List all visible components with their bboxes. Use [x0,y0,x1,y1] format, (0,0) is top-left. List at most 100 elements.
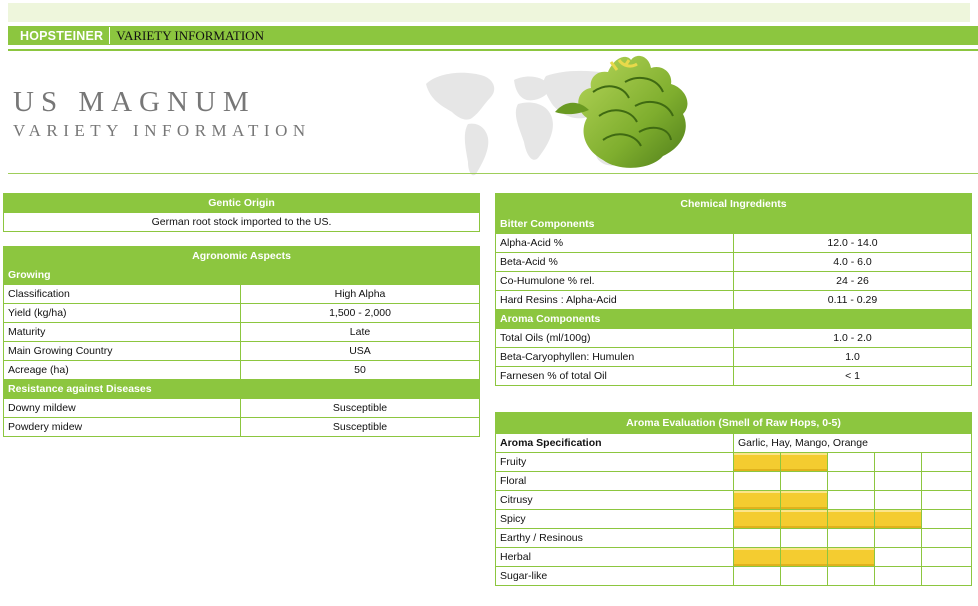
score-bar-empty [733,566,781,586]
table-row: Acreage (ha) 50 [3,360,481,380]
row-value: USA [239,341,481,361]
table-row: Yield (kg/ha) 1,500 - 2,000 [3,303,481,323]
row-value: < 1 [732,366,973,386]
agronomic-heading: Agronomic Aspects [2,246,481,266]
row-value: 1.0 - 2.0 [732,328,973,348]
table-row: Total Oils (ml/100g) 1.0 - 2.0 [495,328,973,348]
aroma-row: Earthy / Resinous [495,528,973,548]
row-value: Late [239,322,481,342]
score-bar-empty [920,509,973,529]
aroma-row: Floral [495,471,973,491]
table-row: Beta-Caryophyllen: Humulen 1.0 [495,347,973,367]
aroma-score-rows: Fruity Floral Citrusy Spicy Earthy / Resinou… [495,452,973,586]
score-bar-empty [780,566,828,586]
row-label: Classification [3,284,241,304]
agronomic-table: Agronomic Aspects Growing Classification… [2,246,481,437]
aroma-evaluation-heading: Aroma Evaluation (Smell of Raw Hops, 0-5… [494,412,973,434]
table-row: Maturity Late [3,322,481,342]
row-value: 24 - 26 [732,271,973,291]
aroma-row-label: Earthy / Resinous [495,528,734,548]
bitter-subheading: Bitter Components [494,214,973,234]
score-bar-filled [827,547,875,567]
score-bar-empty [827,471,875,491]
row-label: Alpha-Acid % [495,233,734,253]
row-label: Beta-Caryophyllen: Humulen [495,347,734,367]
row-label: Yield (kg/ha) [3,303,241,323]
resistance-subheading: Resistance against Diseases [2,379,481,399]
score-bar-filled [780,509,828,529]
table-row: Downy mildew Susceptible [3,398,481,418]
row-label: Downy mildew [3,398,241,418]
score-bar-empty [827,490,875,510]
score-bar-empty [920,566,973,586]
score-bar-empty [920,528,973,548]
row-label: Hard Resins : Alpha-Acid [495,290,734,310]
header-divider [109,27,111,44]
aroma-row: Herbal [495,547,973,567]
genetic-origin-heading: Gentic Origin [3,193,480,213]
score-bar-empty [780,471,828,491]
score-bar-empty [827,528,875,548]
score-bar-filled [780,547,828,567]
aroma-row-label: Sugar-like [495,566,734,586]
score-bar-empty [874,490,922,510]
table-row: Farnesen % of total Oil < 1 [495,366,973,386]
growing-subheading: Growing [2,265,481,285]
score-bar-filled [780,490,828,510]
score-bar-empty [827,452,875,472]
aroma-row-label: Fruity [495,452,734,472]
score-bar-empty [874,566,922,586]
table-row: Hard Resins : Alpha-Acid 0.11 - 0.29 [495,290,973,310]
table-row: Co-Humulone % rel. 24 - 26 [495,271,973,291]
hop-cone-image [555,55,688,168]
score-bar-empty [827,566,875,586]
score-bar-empty [733,528,781,548]
row-value: 1.0 [732,347,973,367]
row-label: Total Oils (ml/100g) [495,328,734,348]
score-bar-filled [874,509,922,529]
score-bar-empty [874,471,922,491]
hero-divider [8,173,978,174]
aroma-row-label: Floral [495,471,734,491]
score-bar-filled [733,452,781,472]
table-row: Main Growing Country USA [3,341,481,361]
score-bar-empty [874,452,922,472]
score-bar-empty [874,547,922,567]
score-bar-filled [827,509,875,529]
score-bar-empty [920,490,973,510]
table-row: Powdery midew Susceptible [3,417,481,437]
aroma-row-label: Herbal [495,547,734,567]
row-value: High Alpha [239,284,481,304]
genetic-origin-table: Gentic Origin German root stock imported… [3,193,480,232]
genetic-origin-text: German root stock imported to the US. [3,212,480,232]
score-bar-filled [733,547,781,567]
score-bar-empty [780,528,828,548]
score-bar-filled [780,452,828,472]
score-bar-empty [920,547,973,567]
row-label: Maturity [3,322,241,342]
row-label: Beta-Acid % [495,252,734,272]
row-value: Susceptible [239,417,481,437]
row-value: 1,500 - 2,000 [239,303,481,323]
aroma-components-subheading: Aroma Components [494,309,973,329]
aroma-row: Citrusy [495,490,973,510]
aroma-spec-label: Aroma Specification [495,433,734,453]
score-bar-empty [920,452,973,472]
aroma-spec-value: Garlic, Hay, Mango, Orange [732,433,973,453]
aroma-row: Sugar-like [495,566,973,586]
chemical-heading: Chemical Ingredients [494,193,973,215]
row-label: Main Growing Country [3,341,241,361]
aroma-row: Spicy [495,509,973,529]
score-bar-empty [874,528,922,548]
aroma-row-label: Spicy [495,509,734,529]
score-bar-filled [733,490,781,510]
score-bar-empty [733,471,781,491]
aroma-evaluation-table: Aroma Evaluation (Smell of Raw Hops, 0-5… [494,412,973,586]
table-row: Alpha-Acid % 12.0 - 14.0 [495,233,973,253]
variety-title: US MAGNUM [13,86,256,118]
row-label: Powdery midew [3,417,241,437]
row-value: 12.0 - 14.0 [732,233,973,253]
header-underline [8,49,978,51]
header-bar: HOPSTEINER VARIETY INFORMATION [8,26,978,45]
brand-label[interactable]: HOPSTEINER [8,29,109,43]
